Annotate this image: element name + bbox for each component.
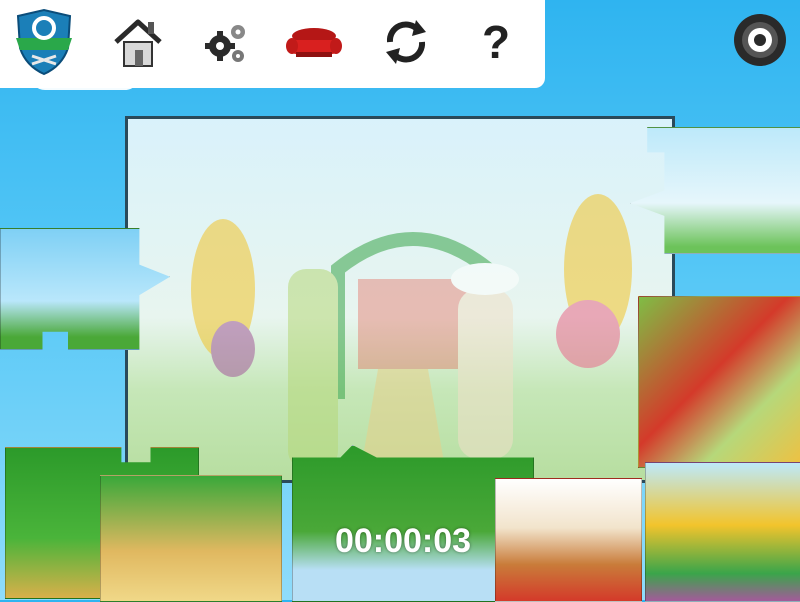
puzzle-piece[interactable] bbox=[495, 478, 642, 602]
top-toolbar: ? bbox=[0, 0, 545, 88]
elapsed-timer: 00:00:03 bbox=[334, 522, 472, 560]
tire-gear-icon[interactable] bbox=[732, 12, 788, 68]
home-button[interactable] bbox=[108, 12, 168, 72]
puzzle-ghost-image bbox=[191, 194, 632, 480]
house-icon bbox=[114, 19, 162, 67]
refresh-arrows-icon bbox=[386, 20, 426, 64]
puzzle-piece[interactable] bbox=[100, 475, 282, 602]
red-sofa-icon bbox=[286, 28, 342, 57]
puzzle-piece[interactable] bbox=[645, 462, 800, 602]
restart-button[interactable] bbox=[376, 12, 436, 72]
question-mark-icon: ? bbox=[481, 16, 511, 68]
crest-logo-icon[interactable] bbox=[12, 8, 76, 76]
settings-button[interactable] bbox=[196, 12, 256, 72]
gears-icon bbox=[205, 25, 245, 62]
puzzle-board[interactable] bbox=[125, 116, 675, 483]
puzzle-piece[interactable] bbox=[638, 296, 800, 468]
sofa-button[interactable] bbox=[284, 12, 344, 72]
help-button[interactable]: ? bbox=[466, 12, 526, 72]
